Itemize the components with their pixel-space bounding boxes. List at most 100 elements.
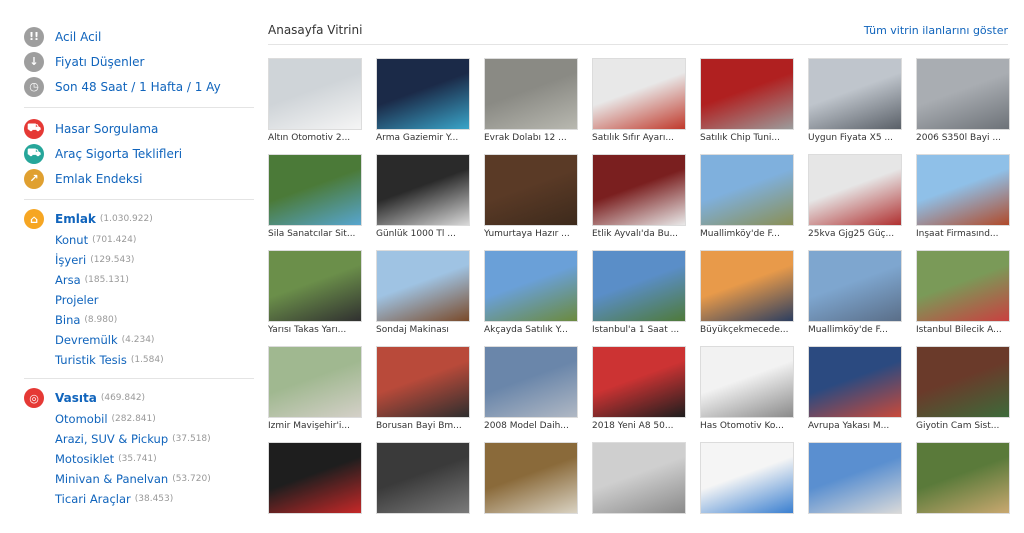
- showcase-item[interactable]: Satılık Chip Tuni...: [700, 58, 794, 149]
- showcase-item[interactable]: [916, 442, 1010, 533]
- sidebar-item[interactable]: ↓ Fiyatı Düşenler: [24, 49, 254, 74]
- listing-caption: Uygun Fiyata X5 ...: [808, 133, 893, 143]
- showcase-item[interactable]: Muallimköy'de F...: [700, 154, 794, 245]
- divider: [24, 107, 254, 108]
- showcase-item[interactable]: Has Otomotiv Ko...: [700, 346, 794, 437]
- sidebar-item[interactable]: ◎ Vasıta (469.842): [24, 387, 254, 409]
- showcase-item[interactable]: Avrupa Yakası M...: [808, 346, 902, 437]
- sidebar-item-label: Emlak: [55, 212, 96, 226]
- listing-caption: Sondaj Makinası: [376, 325, 449, 335]
- listing-caption: Satılık Sıfır Ayarı...: [592, 133, 674, 143]
- listing-thumbnail: [268, 346, 362, 418]
- steering-wheel-icon: ◎: [24, 388, 44, 408]
- subcategory-link[interactable]: Projeler: [24, 290, 254, 310]
- showcase-header: Anasayfa Vitrini Tüm vitrin ilanlarını g…: [268, 16, 1008, 45]
- sidebar-item[interactable]: ◷ Son 48 Saat / 1 Hafta / 1 Ay: [24, 74, 254, 99]
- show-all-showcase-link[interactable]: Tüm vitrin ilanlarını göster: [864, 24, 1008, 37]
- listing-thumbnail: [700, 154, 794, 226]
- sidebar-item[interactable]: ⌂ Emlak (1.030.922): [24, 208, 254, 230]
- subcategory-link[interactable]: Ticari Araçlar (38.453): [24, 489, 254, 509]
- showcase-item[interactable]: Inşaat Firmasınd...: [916, 154, 1010, 245]
- showcase-item[interactable]: Istanbul'a 1 Saat ...: [592, 250, 686, 341]
- subcategory-label: Arsa: [55, 273, 81, 287]
- subcategory-link[interactable]: Konut (701.424): [24, 230, 254, 250]
- listing-thumbnail: [700, 250, 794, 322]
- listing-caption: Büyükçekmecede...: [700, 325, 789, 335]
- showcase-item[interactable]: 2018 Yeni A8 50...: [592, 346, 686, 437]
- listing-caption: [700, 517, 794, 529]
- showcase-item[interactable]: Sondaj Makinası: [376, 250, 470, 341]
- listing-thumbnail: [916, 250, 1010, 322]
- showcase-item[interactable]: [808, 442, 902, 533]
- showcase-item[interactable]: Istanbul Bilecik A...: [916, 250, 1010, 341]
- showcase-item[interactable]: Satılık Sıfır Ayarı...: [592, 58, 686, 149]
- listing-thumbnail: [376, 442, 470, 514]
- showcase-item[interactable]: [484, 442, 578, 533]
- listing-caption: Borusan Bayi Bm...: [376, 421, 462, 431]
- showcase-item[interactable]: Izmir Mavişehir'i...: [268, 346, 362, 437]
- listing-thumbnail: [808, 58, 902, 130]
- listing-caption: Muallimköy'de F...: [808, 325, 888, 335]
- listing-thumbnail: [808, 154, 902, 226]
- sidebar-item[interactable]: ↗ Emlak Endeksi: [24, 166, 254, 191]
- showcase-item[interactable]: [592, 442, 686, 533]
- listing-caption: Avrupa Yakası M...: [808, 421, 890, 431]
- showcase-item[interactable]: [700, 442, 794, 533]
- listing-thumbnail: [916, 58, 1010, 130]
- listing-caption: 2008 Model Daih...: [484, 421, 569, 431]
- showcase-item[interactable]: Akçayda Satılık Y...: [484, 250, 578, 341]
- listing-caption: Giyotin Cam Sist...: [916, 421, 1000, 431]
- listing-thumbnail: [592, 346, 686, 418]
- showcase-item[interactable]: Muallimköy'de F...: [808, 250, 902, 341]
- subcategory-link[interactable]: Otomobil (282.841): [24, 409, 254, 429]
- showcase-item[interactable]: Etlik Ayvalı'da Bu...: [592, 154, 686, 245]
- subcategory-link[interactable]: Devremülk (4.234): [24, 330, 254, 350]
- showcase-item[interactable]: Altın Otomotiv 2...: [268, 58, 362, 149]
- sidebar-item-label: Araç Sigorta Teklifleri: [55, 146, 183, 161]
- subcategory-link[interactable]: Turistik Tesis (1.584): [24, 350, 254, 370]
- showcase-item[interactable]: Giyotin Cam Sist...: [916, 346, 1010, 437]
- showcase-item[interactable]: 2008 Model Daih...: [484, 346, 578, 437]
- subcategory-link[interactable]: Motosiklet (35.741): [24, 449, 254, 469]
- showcase-item[interactable]: 2006 S350l Bayi ...: [916, 58, 1010, 149]
- listing-caption: Etlik Ayvalı'da Bu...: [592, 229, 679, 239]
- showcase-title: Anasayfa Vitrini: [268, 23, 363, 37]
- listing-caption: Yarısı Takas Yarı...: [268, 325, 347, 335]
- subcategory-link[interactable]: Bina (8.980): [24, 310, 254, 330]
- showcase-item[interactable]: [376, 442, 470, 533]
- showcase-item[interactable]: Yumurtaya Hazır ...: [484, 154, 578, 245]
- subcategory-link[interactable]: Minivan & Panelvan (53.720): [24, 469, 254, 489]
- listing-thumbnail: [268, 58, 362, 130]
- sidebar-item-label: Emlak Endeksi: [55, 171, 143, 186]
- showcase-item[interactable]: Borusan Bayi Bm...: [376, 346, 470, 437]
- listing-caption: Satılık Chip Tuni...: [700, 133, 781, 143]
- subcategory-link[interactable]: Arsa (185.131): [24, 270, 254, 290]
- listing-caption: [916, 517, 1010, 529]
- showcase-item[interactable]: 25kva Gjg25 Güç...: [808, 154, 902, 245]
- subcategory-link[interactable]: Arazi, SUV & Pickup (37.518): [24, 429, 254, 449]
- showcase-item[interactable]: Uygun Fiyata X5 ...: [808, 58, 902, 149]
- showcase-item[interactable]: Büyükçekmecede...: [700, 250, 794, 341]
- subcategory-label: Konut: [55, 233, 89, 247]
- sidebar-item[interactable]: ⛟ Araç Sigorta Teklifleri: [24, 141, 254, 166]
- listing-thumbnail: [808, 250, 902, 322]
- subcategory-link[interactable]: İşyeri (129.543): [24, 250, 254, 270]
- clock-icon: ◷: [24, 76, 44, 97]
- subcategory-label: İşyeri: [55, 253, 87, 267]
- subcategory-count: (35.741): [118, 454, 157, 464]
- listing-caption: [592, 517, 686, 529]
- sidebar-item[interactable]: ⛟ Hasar Sorgulama: [24, 116, 254, 141]
- listing-thumbnail: [916, 154, 1010, 226]
- subcategory-label: Projeler: [55, 293, 99, 307]
- subcategory-count: (8.980): [84, 315, 118, 325]
- listing-caption: Istanbul Bilecik A...: [916, 325, 1002, 335]
- sidebar: !! Acil Acil ↓ Fiyatı Düşenler ◷ Son 48 Saat …: [24, 24, 254, 509]
- showcase-item[interactable]: Sila Sanatcılar Sit...: [268, 154, 362, 245]
- listing-caption: [484, 517, 578, 529]
- showcase-item[interactable]: Yarısı Takas Yarı...: [268, 250, 362, 341]
- showcase-item[interactable]: [268, 442, 362, 533]
- showcase-item[interactable]: Arma Gaziemir Y...: [376, 58, 470, 149]
- showcase-item[interactable]: Günlük 1000 Tl ...: [376, 154, 470, 245]
- showcase-item[interactable]: Evrak Dolabı 12 ...: [484, 58, 578, 149]
- sidebar-item[interactable]: !! Acil Acil: [24, 24, 254, 49]
